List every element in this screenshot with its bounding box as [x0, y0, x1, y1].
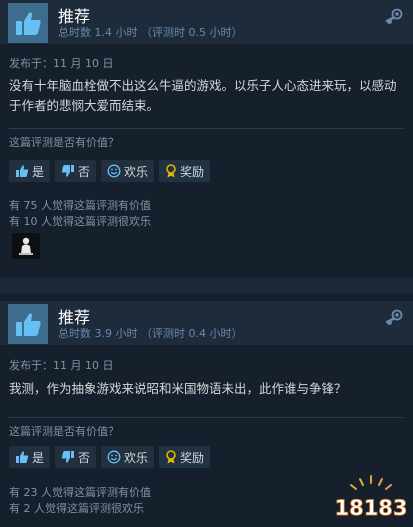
award-label: 奖励 — [180, 164, 205, 179]
helpful-count: 有 23 人觉得这篇评测有价值 — [9, 486, 151, 499]
vote-yes-label: 是 — [32, 164, 45, 179]
thumbs-down-icon — [61, 450, 75, 464]
review-header[interactable]: 推荐 总时数 3.9 小时 （评测时 0.4 小时） — [0, 301, 413, 345]
divider — [9, 417, 403, 418]
thumbs-up-icon — [15, 164, 29, 178]
vote-no-label: 否 — [78, 164, 91, 179]
vote-funny-label: 欢乐 — [124, 164, 149, 179]
smiley-icon — [107, 164, 121, 178]
vote-buttons: 是 否 欢乐 奖励 — [9, 446, 211, 468]
steam-game-icon[interactable] — [385, 309, 403, 327]
thumbs-up-icon — [8, 304, 48, 344]
vote-no-button[interactable]: 否 — [55, 446, 97, 468]
smiley-icon — [107, 450, 121, 464]
award-received-icon[interactable] — [12, 233, 40, 259]
vote-buttons: 是 否 欢乐 奖励 — [9, 160, 211, 182]
award-button[interactable]: 奖励 — [159, 446, 211, 468]
review-card: 推荐 总时数 1.4 小时 （评测时 0.5 小时） 发布于：11 月 10 日… — [0, 0, 413, 278]
helpful-count: 有 75 人觉得这篇评测有价值 — [9, 199, 151, 212]
helpful-question: 这篇评测是否有价值？ — [9, 425, 119, 438]
playtime-hours: 总时数 1.4 小时 （评测时 0.5 小时） — [58, 26, 243, 39]
vote-yes-label: 是 — [32, 450, 45, 465]
vote-funny-label: 欢乐 — [124, 450, 149, 465]
playtime-hours: 总时数 3.9 小时 （评测时 0.4 小时） — [58, 327, 243, 340]
watermark-logo: 18183 — [334, 474, 408, 520]
review-separator — [0, 278, 413, 293]
vote-funny-button[interactable]: 欢乐 — [101, 446, 155, 468]
award-medal-icon — [165, 450, 177, 464]
award-button[interactable]: 奖励 — [159, 160, 211, 182]
posted-date: 发布于：11 月 10 日 — [9, 57, 114, 70]
award-label: 奖励 — [180, 450, 205, 465]
watermark-text: 18183 — [336, 496, 406, 520]
funny-count: 有 2 人觉得这篇评测很欢乐 — [9, 502, 144, 515]
vote-no-label: 否 — [78, 450, 91, 465]
posted-date: 发布于：11 月 10 日 — [9, 359, 114, 372]
vote-funny-button[interactable]: 欢乐 — [101, 160, 155, 182]
thumbs-up-icon — [8, 3, 48, 43]
award-medal-icon — [165, 164, 177, 178]
divider — [9, 128, 403, 129]
vote-yes-button[interactable]: 是 — [9, 446, 51, 468]
review-text: 我测，作为抽象游戏来说昭和米国物语未出，此作谁与争锋？ — [9, 381, 347, 396]
steam-game-icon[interactable] — [385, 8, 403, 26]
funny-count: 有 10 人觉得这篇评测很欢乐 — [9, 215, 151, 228]
thumbs-down-icon — [61, 164, 75, 178]
review-text: 没有十年脑血栓做不出这么牛逼的游戏。以乐子人心态进来玩，以感动于作者的悲悯大爱而… — [9, 78, 397, 113]
review-header[interactable]: 推荐 总时数 1.4 小时 （评测时 0.5 小时） — [0, 0, 413, 44]
vote-no-button[interactable]: 否 — [55, 160, 97, 182]
helpful-question: 这篇评测是否有价值？ — [9, 136, 119, 149]
thumbs-up-icon — [15, 450, 29, 464]
vote-yes-button[interactable]: 是 — [9, 160, 51, 182]
